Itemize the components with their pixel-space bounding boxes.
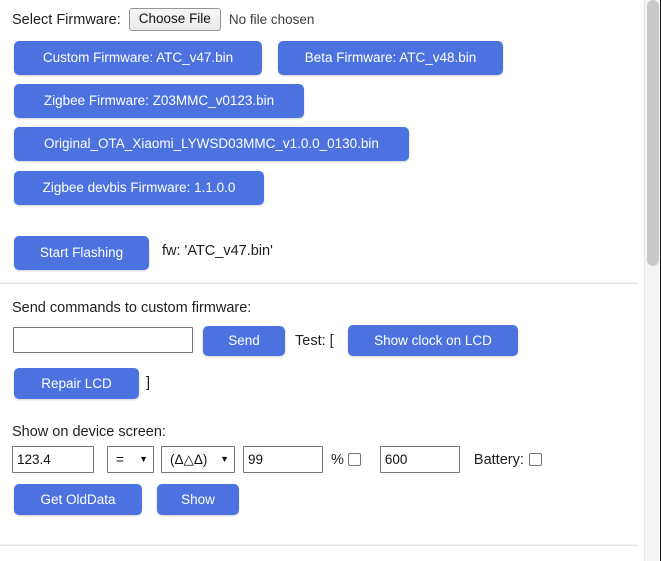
select-firmware-row: Select Firmware: Choose File No file cho… [12,8,314,31]
operator-select-value: = [116,452,124,467]
get-old-data-button[interactable]: Get OldData [14,484,142,515]
percent-label: % [331,451,344,468]
test-bracket-open-label: Test: [ [295,333,334,349]
firmware-info-text: fw: 'ATC_v47.bin' [162,243,273,259]
show-button[interactable]: Show [157,484,239,515]
firmware-button-zigbee[interactable]: Zigbee Firmware: Z03MMC_v0123.bin [14,84,304,118]
scrollbar-thumb[interactable] [647,0,659,266]
command-input[interactable] [13,327,193,353]
test-bracket-close-label: ] [146,375,151,391]
percent-input[interactable] [243,446,323,473]
unit-select-value: (Δ△Δ) [170,451,208,467]
firmware-button-zigbee-devbis[interactable]: Zigbee devbis Firmware: 1.1.0.0 [14,171,264,205]
show-clock-on-lcd-button[interactable]: Show clock on LCD [348,325,518,356]
battery-label: Battery: [473,451,524,468]
firmware-button-beta[interactable]: Beta Firmware: ATC_v48.bin [278,41,503,75]
chevron-down-icon: ▼ [139,454,148,464]
show-on-device-screen-title: Show on device screen: [12,424,166,440]
start-flashing-button[interactable]: Start Flashing [14,236,149,270]
duration-input[interactable] [379,446,460,473]
section-divider [0,544,638,546]
firmware-button-custom[interactable]: Custom Firmware: ATC_v47.bin [14,41,262,75]
value-input[interactable] [12,446,94,473]
section-divider [0,282,638,284]
vertical-scrollbar[interactable] [644,0,661,561]
send-commands-title: Send commands to custom firmware: [12,300,252,316]
file-status-text: No file chosen [228,12,315,27]
operator-select[interactable]: = ▼ [107,446,154,473]
firmware-button-original-ota[interactable]: Original_OTA_Xiaomi_LYWSD03MMC_v1.0.0_01… [14,127,409,161]
select-firmware-label: Select Firmware: [12,11,121,28]
browser-page: Select Firmware: Choose File No file cho… [0,0,661,561]
unit-select[interactable]: (Δ△Δ) ▼ [161,446,235,473]
send-button[interactable]: Send [203,326,285,356]
percent-checkbox[interactable] [347,453,361,466]
battery-checkbox[interactable] [528,453,542,466]
choose-file-button[interactable]: Choose File [128,8,221,31]
repair-lcd-button[interactable]: Repair LCD [14,368,139,399]
chevron-down-icon: ▼ [220,454,229,464]
page-content: Select Firmware: Choose File No file cho… [0,0,638,561]
device-screen-fields-row: = ▼ (Δ△Δ) ▼ % Battery: [12,446,542,473]
